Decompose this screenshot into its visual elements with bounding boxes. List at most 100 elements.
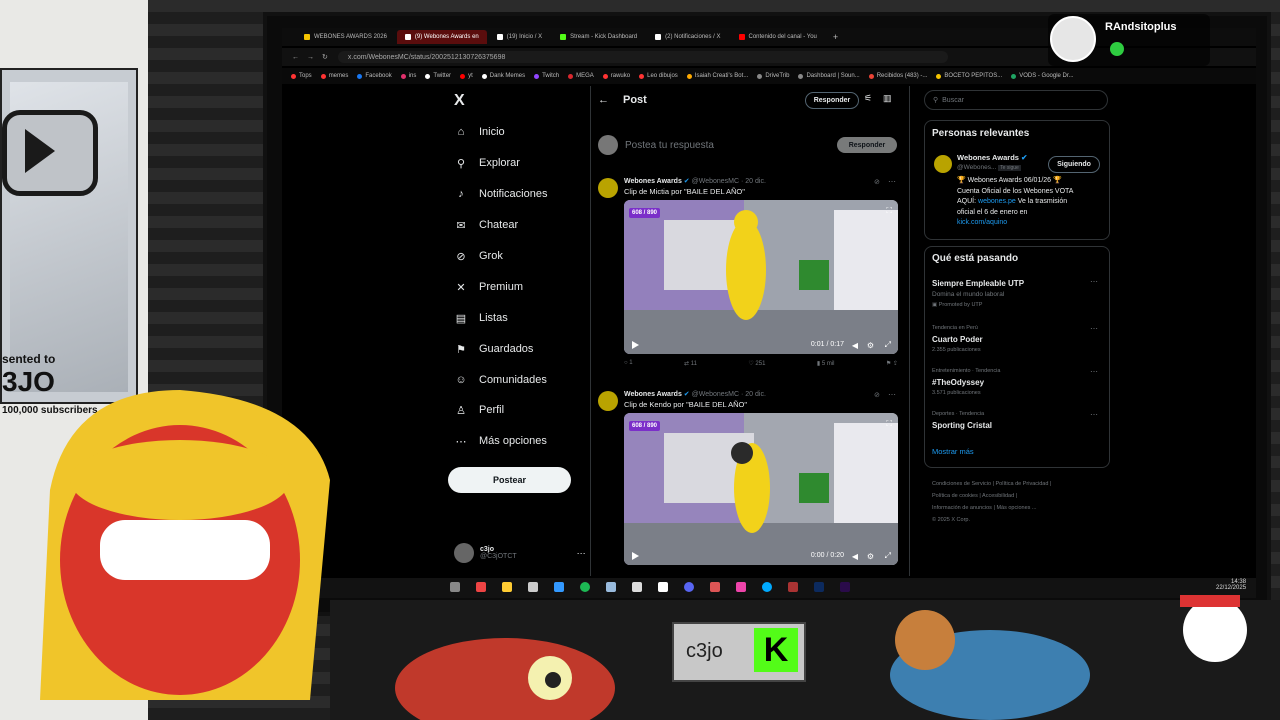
forward-icon[interactable]: → xyxy=(307,54,314,61)
more-icon[interactable]: ⋯ xyxy=(577,548,586,559)
expand-icon[interactable]: ⛶ xyxy=(886,419,892,429)
fullscreen-icon[interactable]: ⤢ xyxy=(885,340,891,350)
play-icon[interactable] xyxy=(632,341,639,349)
video-player[interactable]: 608 / 890 ⛶ 0:01 / 0:17 ◀ ⚙ ⤢ xyxy=(624,200,898,354)
bookmark-item[interactable]: BOCETO PEPITOS... xyxy=(936,73,1002,79)
layout-icon[interactable]: ▥ xyxy=(883,93,892,104)
bookmark-item[interactable]: rawuko xyxy=(602,73,630,79)
reply-filter-button[interactable]: Responder xyxy=(805,92,859,109)
sidebar-item-premium[interactable]: ✕ Premium xyxy=(454,280,523,294)
taskbar-app-icon[interactable] xyxy=(710,582,720,592)
search-input[interactable]: ⚲ Buscar xyxy=(924,90,1108,110)
reply-action[interactable]: ○ 1 xyxy=(624,360,633,367)
tweet-author[interactable]: Webones Awards xyxy=(624,178,682,185)
more-icon[interactable]: ⋯ xyxy=(1090,367,1098,376)
expand-icon[interactable]: ⛶ xyxy=(886,206,892,216)
views-action[interactable]: ▮ 5 mil xyxy=(817,360,835,367)
bookmark-icon[interactable]: ⚑ ⇪ xyxy=(886,360,898,367)
taskbar-app-icon[interactable] xyxy=(450,582,460,592)
more-icon[interactable]: ⋯ xyxy=(1090,410,1098,419)
volume-icon[interactable]: ◀ xyxy=(852,341,858,350)
reply-submit-button[interactable]: Responder xyxy=(837,137,897,153)
show-more-link[interactable]: Mostrar más xyxy=(932,447,974,456)
sidebar-item-inicio[interactable]: ⌂ Inicio xyxy=(454,125,505,139)
footer-link[interactable]: Información de anuncios xyxy=(932,505,992,511)
browser-tab[interactable]: (2) Notificaciones / X xyxy=(647,30,728,44)
x-logo[interactable]: X xyxy=(454,92,465,110)
footer-link[interactable]: Condiciones de Servicio xyxy=(932,481,991,487)
volume-icon[interactable]: ◀ xyxy=(852,552,858,561)
bookmark-item[interactable]: memes xyxy=(320,73,348,79)
bookmark-item[interactable]: Twitch xyxy=(534,73,559,79)
browser-tab[interactable]: (19) Inicio / X xyxy=(489,30,550,44)
taskbar-app-icon[interactable] xyxy=(788,582,798,592)
footer-link[interactable]: Más opciones ... xyxy=(996,505,1036,511)
browser-tab[interactable]: Contenido del canal - You xyxy=(731,30,825,44)
photoshop-icon[interactable] xyxy=(814,582,824,592)
grok-icon[interactable]: ⊘ xyxy=(874,391,880,399)
account-switcher[interactable]: c3jo @C3jOTCT ⋯ xyxy=(454,543,586,563)
sidebar-item-notificaciones[interactable]: ♪ Notificaciones xyxy=(454,187,547,201)
taskbar-app-icon[interactable] xyxy=(736,582,746,592)
new-tab-icon[interactable]: + xyxy=(833,32,838,42)
bookmark-item[interactable]: Twitter xyxy=(425,73,451,79)
tweet-author[interactable]: Webones Awards xyxy=(624,391,682,398)
footer-link[interactable]: Política de cookies xyxy=(932,493,978,499)
taskbar-app-icon[interactable] xyxy=(528,582,538,592)
bookmark-item[interactable]: Isaiah Creati's Bot... xyxy=(686,73,748,79)
bio-link[interactable]: kick.com/aquino xyxy=(957,218,1102,229)
retweet-action[interactable]: ⇄ 11 xyxy=(684,360,697,367)
taskbar-app-icon[interactable] xyxy=(606,582,616,592)
edge-icon[interactable] xyxy=(762,582,772,592)
settings-icon[interactable]: ⚙ xyxy=(867,341,874,350)
reload-icon[interactable]: ↻ xyxy=(322,53,328,61)
back-icon[interactable]: ← xyxy=(292,54,299,61)
sidebar-item-chatear[interactable]: ✉ Chatear xyxy=(454,218,518,232)
following-button[interactable]: Siguiendo xyxy=(1048,156,1100,173)
grok-icon[interactable]: ⊘ xyxy=(874,178,880,186)
sidebar-item-perfil[interactable]: ♙ Perfil xyxy=(454,403,504,417)
browser-tab[interactable]: Stream - Kick Dashboard xyxy=(552,30,645,44)
tweet[interactable]: Webones Awards ✔ @WebonesMC · 20 dic. ⊘ … xyxy=(598,177,902,378)
bio-link[interactable]: webones.pe xyxy=(978,198,1016,205)
premiere-icon[interactable] xyxy=(840,582,850,592)
bookmark-item[interactable]: ins xyxy=(400,73,416,79)
sidebar-item-mas-opciones[interactable]: ⋯ Más opciones xyxy=(454,434,547,448)
sidebar-item-guardados[interactable]: ⚑ Guardados xyxy=(454,342,533,356)
post-button[interactable]: Postear xyxy=(448,467,571,493)
play-icon[interactable] xyxy=(632,552,639,560)
trend-item[interactable]: #TheOdyssey xyxy=(932,378,984,387)
more-icon[interactable]: ⋯ xyxy=(1090,324,1098,333)
obs-icon[interactable] xyxy=(658,582,668,592)
more-icon[interactable]: ⋯ xyxy=(1090,277,1098,286)
discord-icon[interactable] xyxy=(684,582,694,592)
footer-link[interactable]: Política de Privacidad xyxy=(996,481,1049,487)
filter-icon[interactable]: ⚟ xyxy=(864,93,872,104)
bookmark-item[interactable]: Dank Memes xyxy=(481,73,525,79)
sidebar-item-explorar[interactable]: ⚲ Explorar xyxy=(454,156,520,170)
steam-icon[interactable] xyxy=(554,582,564,592)
folder-icon[interactable] xyxy=(502,582,512,592)
trend-item[interactable]: Sporting Cristal xyxy=(932,421,992,430)
relevant-account-name[interactable]: Webones Awards ✔ xyxy=(957,153,1027,162)
footer-link[interactable]: Accesibilidad xyxy=(982,493,1014,499)
trend-item[interactable]: Cuarto Poder xyxy=(932,335,983,344)
bookmark-item[interactable]: VODS - Google Dr... xyxy=(1011,73,1074,79)
browser-tab-active[interactable]: (9) Webones Awards en xyxy=(396,30,487,44)
sidebar-item-listas[interactable]: ▤ Listas xyxy=(454,311,508,325)
more-icon[interactable]: ⋯ xyxy=(888,390,896,399)
bookmark-item[interactable]: Facebook xyxy=(357,73,392,79)
bookmark-item[interactable]: Leo dibujos xyxy=(639,73,678,79)
bookmark-item[interactable]: Recibidos (483) -... xyxy=(868,73,927,79)
avatar[interactable] xyxy=(934,155,952,173)
sidebar-item-comunidades[interactable]: ☺ Comunidades xyxy=(454,373,547,387)
spotify-icon[interactable] xyxy=(580,582,590,592)
tweet[interactable]: Webones Awards ✔ @WebonesMC · 20 dic. ⊘ … xyxy=(598,390,902,576)
sidebar-item-grok[interactable]: ⊘ Grok xyxy=(454,249,502,263)
bookmark-item[interactable]: Dashboard | Soun... xyxy=(798,73,860,79)
bookmark-item[interactable]: Tops xyxy=(291,73,312,79)
bookmark-item[interactable]: DriveTrib xyxy=(757,73,789,79)
bookmark-item[interactable]: MEGA xyxy=(568,73,594,79)
chrome-icon[interactable] xyxy=(476,582,486,592)
settings-icon[interactable]: ⚙ xyxy=(867,552,874,561)
